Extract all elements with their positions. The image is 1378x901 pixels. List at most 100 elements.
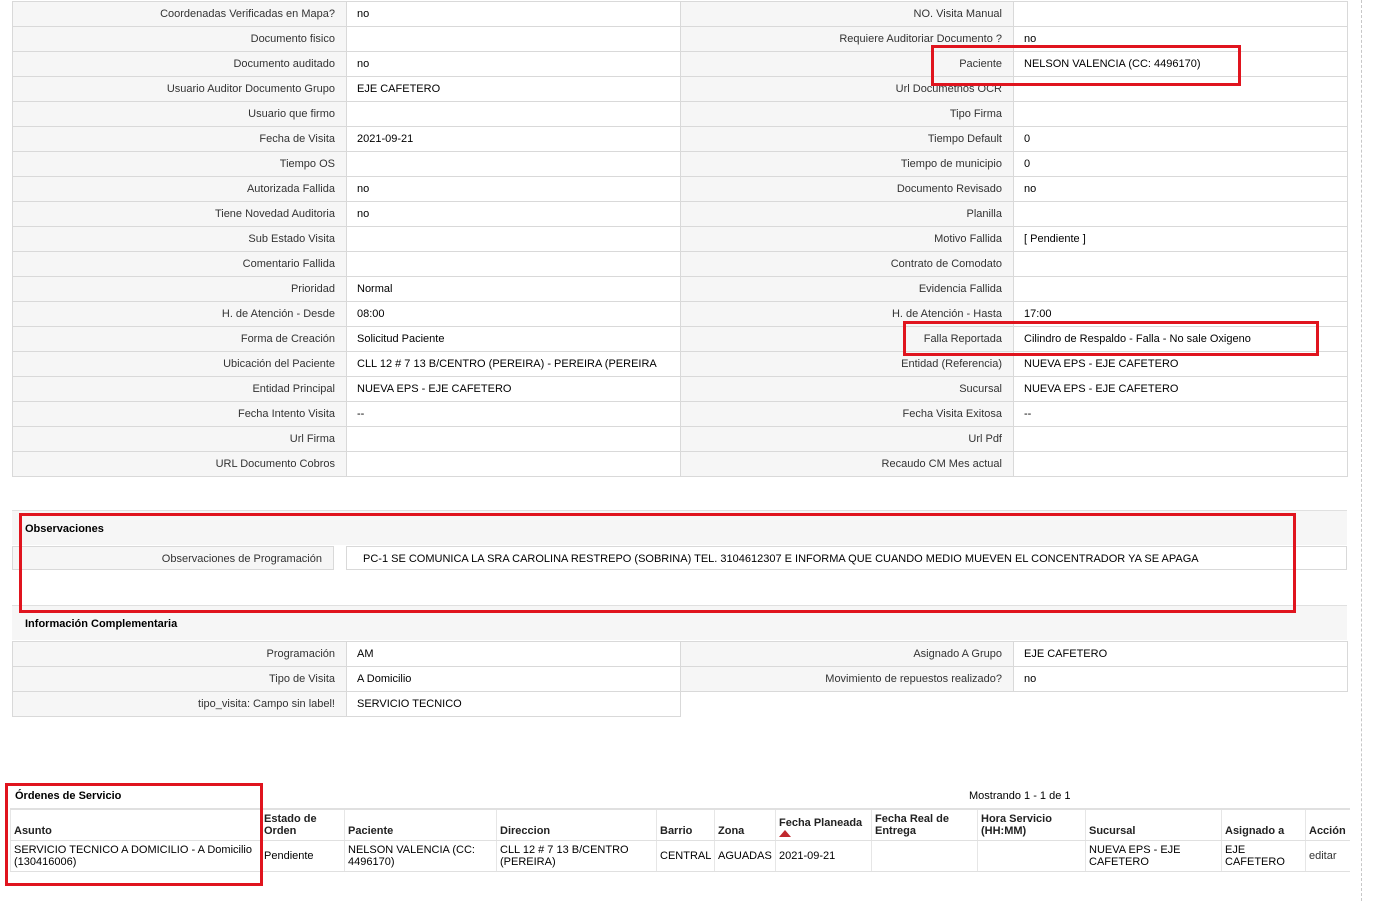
field-value: NUEVA EPS - EJE CAFETERO: [1013, 351, 1348, 377]
field-value: 0: [1013, 126, 1348, 152]
col-asunto[interactable]: Asunto: [10, 808, 261, 841]
field-value: EJE CAFETERO: [1013, 641, 1348, 667]
field-label: Paciente: [680, 51, 1014, 77]
field-label: Asignado A Grupo: [680, 641, 1014, 667]
detail-row: Prioridad Normal Evidencia Fallida: [12, 276, 1348, 302]
field-label: Requiere Auditoriar Documento ?: [680, 26, 1014, 52]
detail-row: Fecha de Visita 2021-09-21 Tiempo Default 0: [12, 126, 1348, 152]
cell-fecha-planeada: 2021-09-21: [775, 840, 872, 872]
field-label: Fecha de Visita: [12, 126, 347, 152]
detail-row: Usuario Auditor Documento Grupo EJE CAFET…: [12, 76, 1348, 102]
cell-barrio: CENTRAL: [656, 840, 715, 872]
complementaria-row: Tipo de Visita A Domicilio Movimiento de…: [12, 666, 1348, 692]
field-label: Url Firma: [12, 426, 347, 452]
field-value: [ Pendiente ]: [1013, 226, 1348, 252]
field-value: [1013, 451, 1348, 477]
field-value: no: [346, 1, 681, 27]
col-asignado[interactable]: Asignado a: [1221, 808, 1306, 841]
cell-direccion: CLL 12 # 7 13 B/CENTRO (PEREIRA): [496, 840, 657, 872]
field-value: [346, 451, 681, 477]
field-value: EJE CAFETERO: [346, 76, 681, 102]
field-value: NUEVA EPS - EJE CAFETERO: [346, 376, 681, 402]
field-label: Tipo de Visita: [12, 666, 347, 692]
field-label: Documento fisico: [12, 26, 347, 52]
orders-header-row: Asunto Estado de Orden Paciente Direccio…: [10, 808, 1350, 841]
orders-table: Asunto Estado de Orden Paciente Direccio…: [10, 808, 1350, 872]
field-label: Prioridad: [12, 276, 347, 302]
field-value: NUEVA EPS - EJE CAFETERO: [1013, 376, 1348, 402]
col-sucursal[interactable]: Sucursal: [1085, 808, 1222, 841]
observaciones-header: Observaciones: [12, 510, 1347, 545]
field-label: Ubicación del Paciente: [12, 351, 347, 377]
field-label: Autorizada Fallida: [12, 176, 347, 202]
detail-row: H. de Atención - Desde 08:00 H. de Atenció…: [12, 301, 1348, 327]
field-value: no: [1013, 26, 1348, 52]
cell-fecha-real: [871, 840, 978, 872]
col-accion: Acción: [1305, 808, 1350, 841]
complementaria-table: Programación AM Asignado A Grupo EJE CAF…: [12, 641, 1348, 717]
detail-row: Sub Estado Visita Motivo Fallida[ Pendien…: [12, 226, 1348, 252]
edit-link[interactable]: editar: [1309, 850, 1337, 862]
pagination-info: Mostrando 1 - 1 de 1: [969, 790, 1071, 802]
detail-row: Autorizada Fallida no Documento Revisado no: [12, 176, 1348, 202]
field-label: Fecha Intento Visita: [12, 401, 347, 427]
col-estado[interactable]: Estado de Orden: [260, 808, 345, 841]
field-value: Solicitud Paciente: [346, 326, 681, 352]
field-label: Programación: [12, 641, 347, 667]
observaciones-label: Observaciones de Programación: [12, 546, 334, 570]
field-value: --: [1013, 401, 1348, 427]
col-fecha-planeada[interactable]: Fecha Planeada: [775, 808, 872, 841]
field-value: [346, 251, 681, 277]
field-label: Sucursal: [680, 376, 1014, 402]
cell-sucursal: NUEVA EPS - EJE CAFETERO: [1085, 840, 1222, 872]
field-value: [346, 26, 681, 52]
field-value: [1013, 1, 1348, 27]
col-fecha-real[interactable]: Fecha Real de Entrega: [871, 808, 978, 841]
field-label: Movimiento de repuestos realizado?: [680, 666, 1014, 692]
field-label: Documento Revisado: [680, 176, 1014, 202]
col-barrio[interactable]: Barrio: [656, 808, 715, 841]
detail-row: Entidad Principal NUEVA EPS - EJE CAFETER…: [12, 376, 1348, 402]
field-value: Cilindro de Respaldo - Falla - No sale O…: [1013, 326, 1348, 352]
cell-accion: editar: [1305, 840, 1350, 872]
field-label: Coordenadas Verificadas en Mapa?: [12, 1, 347, 27]
detail-row: Forma de Creación Solicitud Paciente Falla…: [12, 326, 1348, 352]
cell-estado: Pendiente: [260, 840, 345, 872]
field-label: Url Documetnos OCR: [680, 76, 1014, 102]
field-value: [1013, 76, 1348, 102]
orders-title: Órdenes de Servicio: [15, 790, 122, 802]
col-zona[interactable]: Zona: [714, 808, 776, 841]
detail-row: Coordenadas Verificadas en Mapa? no NO. Vi…: [12, 1, 1348, 27]
complementaria-row: tipo_visita: Campo sin label! SERVICIO T…: [12, 691, 1348, 717]
field-label: Fecha Visita Exitosa: [680, 401, 1014, 427]
sort-asc-icon[interactable]: [779, 830, 791, 837]
field-label: Sub Estado Visita: [12, 226, 347, 252]
field-value: [1013, 426, 1348, 452]
field-label: Tiempo Default: [680, 126, 1014, 152]
field-value: CLL 12 # 7 13 B/CENTRO (PEREIRA) - PEREI…: [346, 351, 681, 377]
field-label: Entidad Principal: [12, 376, 347, 402]
field-value: 08:00: [346, 301, 681, 327]
field-label: Motivo Fallida: [680, 226, 1014, 252]
col-paciente[interactable]: Paciente: [344, 808, 497, 841]
field-value: [1013, 251, 1348, 277]
field-label: H. de Atención - Desde: [12, 301, 347, 327]
field-label: H. de Atención - Hasta: [680, 301, 1014, 327]
detail-row: Tiene Novedad Auditoria no Planilla: [12, 201, 1348, 227]
empty-cell: [680, 691, 1348, 717]
col-hora-servicio[interactable]: Hora Servicio (HH:MM): [977, 808, 1086, 841]
field-value: no: [346, 176, 681, 202]
detail-row: Usuario que firmo Tipo Firma: [12, 101, 1348, 127]
field-value: --: [346, 401, 681, 427]
field-label: Documento auditado: [12, 51, 347, 77]
detail-row: Url Firma Url Pdf: [12, 426, 1348, 452]
field-value: A Domicilio: [346, 666, 681, 692]
table-row: SERVICIO TECNICO A DOMICILIO - A Domicil…: [10, 840, 1350, 872]
complementaria-row: Programación AM Asignado A Grupo EJE CAF…: [12, 641, 1348, 667]
field-label: NO. Visita Manual: [680, 1, 1014, 27]
col-direccion[interactable]: Direccion: [496, 808, 657, 841]
field-value: NELSON VALENCIA (CC: 4496170): [1013, 51, 1348, 77]
field-value: 17:00: [1013, 301, 1348, 327]
observaciones-title: Observaciones: [25, 523, 104, 535]
field-label: Forma de Creación: [12, 326, 347, 352]
